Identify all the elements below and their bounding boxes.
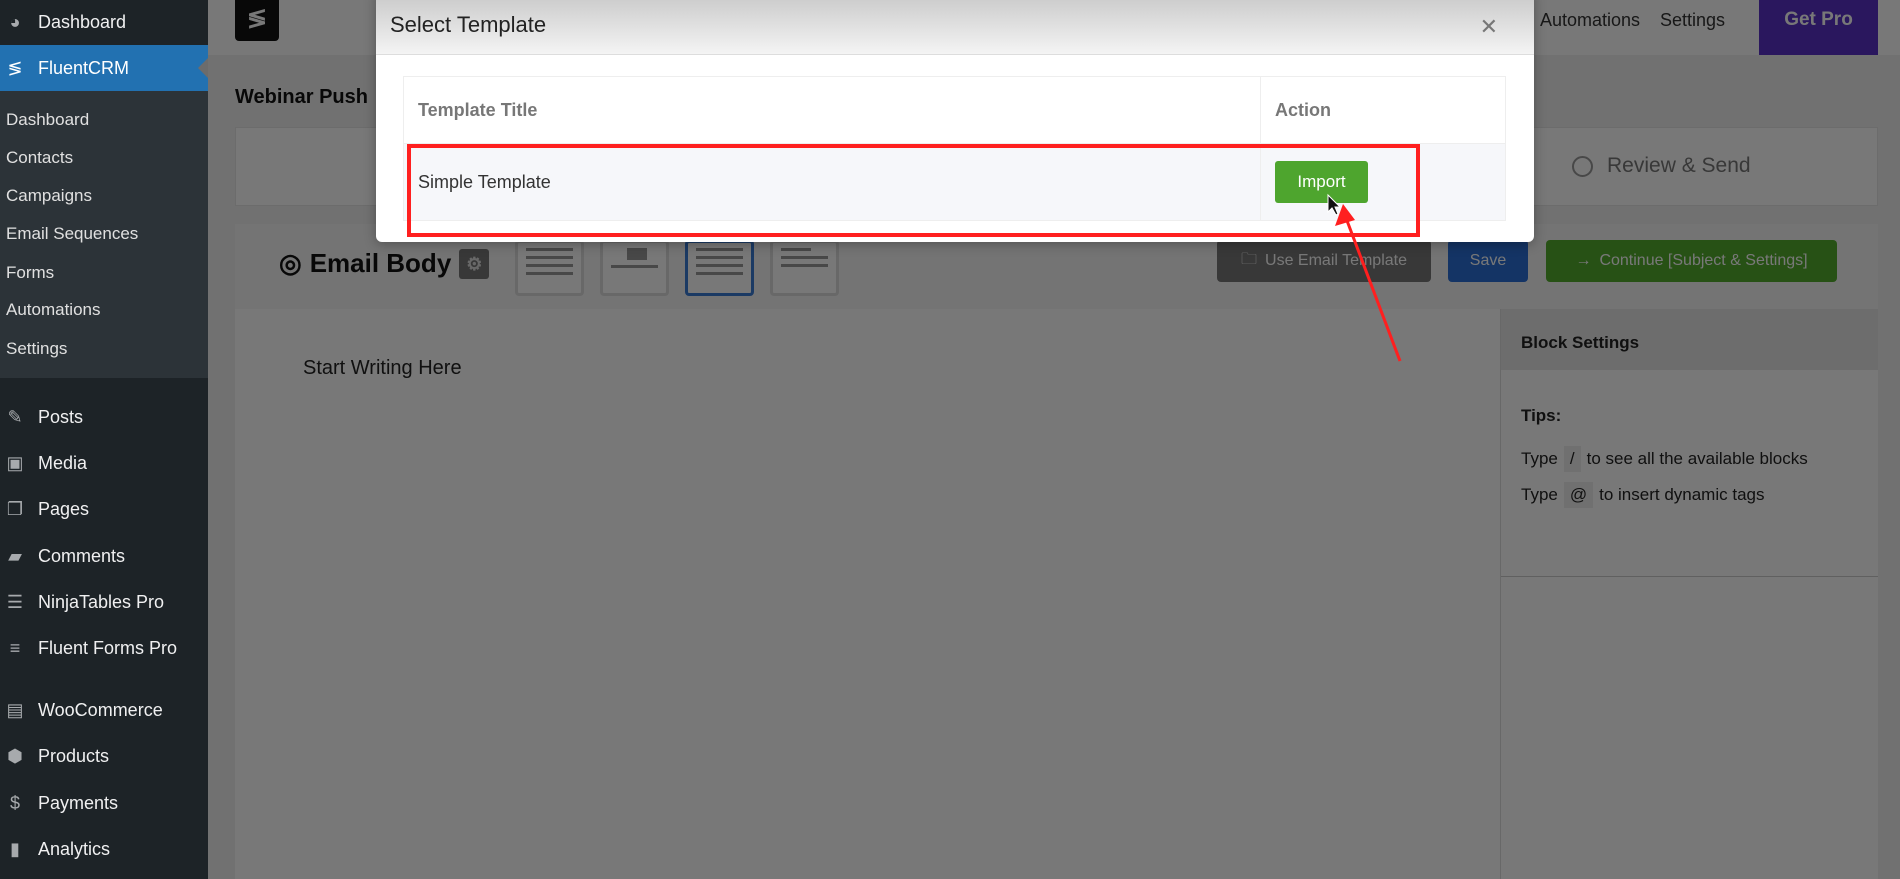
menu-dashboard[interactable]: ◕ Dashboard xyxy=(0,2,208,42)
menu-media[interactable]: ▣ Media xyxy=(0,443,208,483)
template-thumb-plain[interactable] xyxy=(515,240,584,296)
menu-payments[interactable]: $ Payments xyxy=(0,783,208,823)
dashboard-icon: ◕ xyxy=(9,11,21,32)
pin-icon: ✎ xyxy=(7,406,23,427)
get-pro-button[interactable]: Get Pro xyxy=(1759,0,1878,55)
col-template-title: Template Title xyxy=(403,76,1261,144)
gear-icon[interactable]: ⚙ xyxy=(459,248,490,279)
menu-woocommerce[interactable]: ▤ WooCommerce xyxy=(0,690,208,730)
nav-automations[interactable]: Automations xyxy=(1540,10,1640,31)
template-thumb-simple[interactable] xyxy=(685,240,754,296)
menu-posts[interactable]: ✎ Posts xyxy=(0,397,208,437)
woo-icon: ▤ xyxy=(6,699,24,720)
comment-icon: ▰ xyxy=(8,545,22,566)
import-button[interactable]: Import xyxy=(1275,161,1368,203)
menu-fluentcrm[interactable]: ≶ FluentCRM xyxy=(0,45,208,91)
step-review-send[interactable]: Review & Send xyxy=(1572,154,1751,178)
campaign-title: Webinar Push xyxy=(235,86,368,108)
submenu-campaigns[interactable]: Campaigns xyxy=(6,186,92,206)
email-body-heading: ◎ Email Body ⚙ xyxy=(279,248,490,279)
table-icon: ☰ xyxy=(6,591,24,612)
fluentcrm-submenu: Dashboard Contacts Campaigns Email Seque… xyxy=(0,91,208,378)
block-settings-panel: Block Settings Tips: Type / to see all the… xyxy=(1500,309,1878,879)
pages-icon: ❐ xyxy=(6,498,24,519)
divider xyxy=(1501,576,1878,577)
email-editor[interactable]: Start Writing Here xyxy=(235,309,1500,879)
tips-heading: Tips: xyxy=(1521,406,1562,425)
menu-products[interactable]: ⬢ Products xyxy=(0,736,208,776)
menu-comments[interactable]: ▰ Comments xyxy=(0,536,208,576)
fluentcrm-logo: ≶ xyxy=(235,0,279,41)
media-icon: ▣ xyxy=(6,452,24,473)
select-template-modal: Select Template ✕ Template Title Action S… xyxy=(376,0,1534,242)
menu-fluent-forms[interactable]: ≡ Fluent Forms Pro xyxy=(0,628,208,668)
submenu-contacts[interactable]: Contacts xyxy=(6,148,73,168)
menu-pages[interactable]: ❐ Pages xyxy=(0,489,208,529)
modal-header: Select Template ✕ xyxy=(376,0,1534,55)
close-icon[interactable]: ✕ xyxy=(1480,14,1498,40)
bar-chart-icon: ▮ xyxy=(10,838,20,859)
dollar-icon: $ xyxy=(9,792,20,813)
submenu-email-sequences[interactable]: Email Sequences xyxy=(6,224,138,244)
arrow-right-icon: → xyxy=(1575,252,1592,269)
tip-blocks: Type / to see all the available blocks xyxy=(1521,446,1858,472)
template-table: Template Title Action Simple Template Imp… xyxy=(403,76,1506,221)
template-title-cell: Simple Template xyxy=(403,143,1261,221)
fluentcrm-icon: ≶ xyxy=(7,57,23,78)
tips: Tips: Type / to see all the available bloc… xyxy=(1501,370,1878,508)
template-thumb-code[interactable] xyxy=(770,240,839,296)
menu-ninjatables[interactable]: ☰ NinjaTables Pro xyxy=(0,582,208,622)
table-row: Simple Template Import xyxy=(403,143,1506,221)
submenu-settings[interactable]: Settings xyxy=(6,339,67,359)
submenu-dashboard[interactable]: Dashboard xyxy=(6,110,89,130)
save-button[interactable]: Save xyxy=(1448,240,1528,282)
step-circle-icon xyxy=(1572,155,1593,177)
block-settings-title: Block Settings xyxy=(1501,309,1878,370)
tip-tags: Type @ to insert dynamic tags xyxy=(1521,482,1858,508)
submenu-automations[interactable]: Automations xyxy=(6,300,101,320)
admin-sidebar: ◕ Dashboard ≶ FluentCRM Dashboard Contacts… xyxy=(0,0,208,879)
template-thumb-image[interactable] xyxy=(600,240,669,296)
editor-placeholder: Start Writing Here xyxy=(303,357,462,379)
folder-icon: 🗀 xyxy=(1241,250,1258,268)
box-icon: ⬢ xyxy=(7,745,23,766)
nav-settings[interactable]: Settings xyxy=(1660,10,1725,31)
menu-analytics[interactable]: ▮ Analytics xyxy=(0,829,208,869)
forms-icon: ≡ xyxy=(9,637,21,658)
continue-button[interactable]: → Continue [Subject & Settings] xyxy=(1546,240,1837,282)
lifebuoy-icon: ◎ xyxy=(279,248,302,278)
submenu-forms[interactable]: Forms xyxy=(6,263,54,283)
modal-title: Select Template xyxy=(390,12,547,37)
col-action: Action xyxy=(1260,76,1506,144)
use-email-template-button[interactable]: 🗀 Use Email Template xyxy=(1217,240,1431,282)
